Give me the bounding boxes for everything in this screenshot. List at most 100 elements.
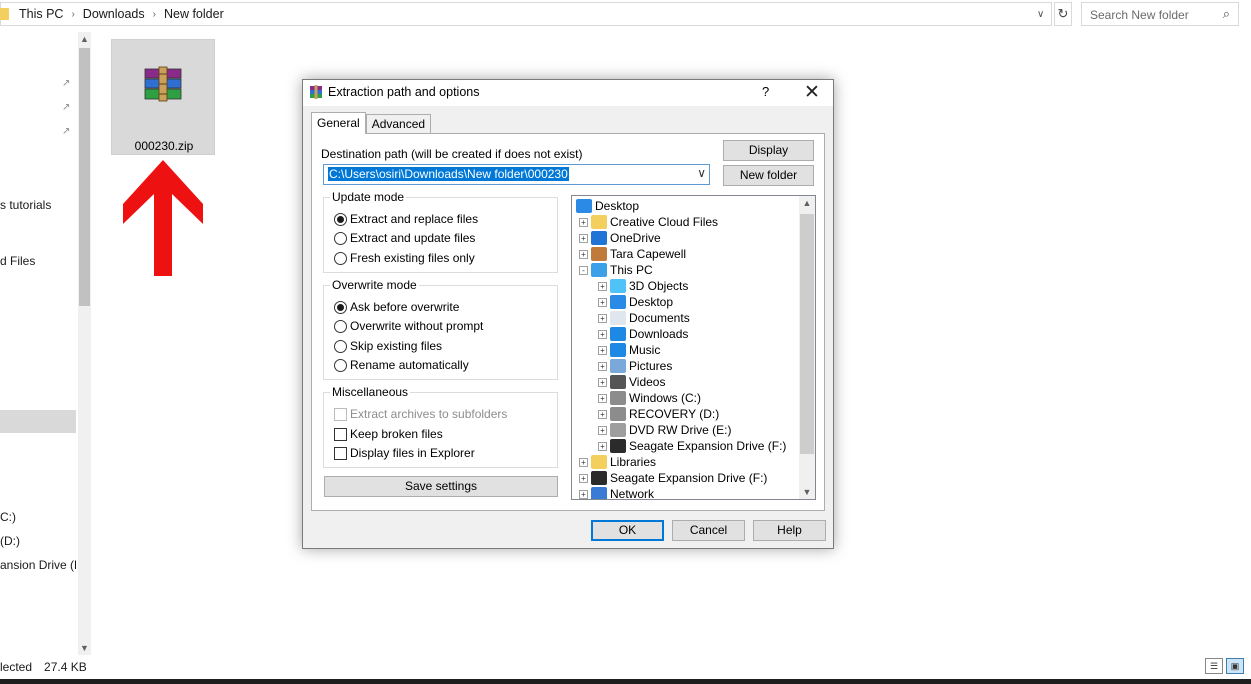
expand-icon[interactable]: + — [598, 297, 607, 307]
radio-ask-before-overwrite[interactable]: Ask before overwrite — [334, 300, 459, 314]
chevron-right-icon[interactable]: › — [71, 9, 74, 20]
nav-item-selected[interactable] — [0, 410, 76, 433]
tree-node[interactable]: + Seagate Expansion Drive (F:) — [579, 470, 767, 486]
scroll-up-icon[interactable]: ▲ — [799, 198, 815, 208]
help-button[interactable]: Help — [753, 520, 826, 541]
radio-extract-update[interactable]: Extract and update files — [334, 231, 475, 245]
close-icon[interactable]: ✕ — [804, 81, 820, 104]
scroll-down-icon[interactable]: ▼ — [78, 643, 91, 653]
radio-extract-replace[interactable]: Extract and replace files — [334, 212, 478, 226]
file-name[interactable]: 000230.zip — [112, 139, 216, 153]
nav-item-tutorials[interactable]: s tutorials — [0, 198, 51, 212]
chevron-down-icon[interactable]: ∨ — [697, 166, 706, 180]
breadcrumb-this-pc[interactable]: This PC — [19, 7, 63, 21]
tree-node[interactable]: + Libraries — [579, 454, 656, 470]
pin-icon[interactable]: ↗ — [62, 102, 70, 113]
radio-rename-automatically[interactable]: Rename automatically — [334, 358, 469, 372]
scroll-down-icon[interactable]: ▼ — [799, 487, 815, 497]
expand-icon[interactable]: + — [579, 217, 588, 227]
radio-skip-existing[interactable]: Skip existing files — [334, 339, 442, 353]
radio-button[interactable] — [334, 231, 347, 245]
display-button[interactable]: Display — [723, 140, 814, 161]
tree-node[interactable]: Desktop — [576, 198, 639, 214]
tree-node[interactable]: + Network — [579, 486, 654, 499]
expand-icon[interactable]: + — [598, 425, 607, 435]
radio-overwrite-without-prompt[interactable]: Overwrite without prompt — [334, 319, 483, 333]
expand-icon[interactable]: + — [598, 313, 607, 323]
tab-advanced[interactable]: Advanced — [365, 114, 432, 134]
tree-node[interactable]: + Videos — [598, 374, 665, 390]
expand-icon[interactable]: + — [598, 345, 607, 355]
tree-node[interactable]: + Tara Capewell — [579, 246, 686, 262]
pin-icon[interactable]: ↗ — [62, 126, 70, 137]
save-settings-button[interactable]: Save settings — [324, 476, 558, 497]
large-icons-view-icon[interactable]: ▣ — [1226, 658, 1244, 674]
refresh-icon[interactable]: ↻ — [1054, 2, 1072, 26]
expand-icon[interactable]: + — [579, 249, 588, 259]
help-question-icon[interactable]: ? — [762, 84, 769, 99]
ok-button[interactable]: OK — [591, 520, 664, 541]
expand-icon[interactable]: + — [579, 489, 588, 499]
nav-scrollbar[interactable]: ▲ ▼ — [78, 32, 91, 655]
breadcrumb-new-folder[interactable]: New folder — [164, 7, 224, 21]
new-folder-button[interactable]: New folder — [723, 165, 814, 186]
search-input[interactable]: Search New folder ⌕ — [1081, 2, 1239, 26]
tree-node[interactable]: + RECOVERY (D:) — [598, 406, 719, 422]
tree-node[interactable]: + OneDrive — [579, 230, 661, 246]
radio-button[interactable] — [334, 319, 347, 333]
address-bar[interactable]: This PC › Downloads › New folder ∨ — [0, 2, 1052, 26]
search-icon[interactable]: ⌕ — [1223, 6, 1230, 22]
tree-node[interactable]: +3D Objects — [598, 278, 688, 294]
checkbox-keep-broken-files[interactable]: Keep broken files — [334, 427, 443, 441]
expand-icon[interactable]: + — [598, 377, 607, 387]
collapse-icon[interactable]: - — [579, 265, 588, 275]
radio-button[interactable] — [334, 300, 347, 314]
tree-node[interactable]: + Desktop — [598, 294, 673, 310]
radio-button[interactable] — [334, 212, 347, 226]
nav-item-drive-d[interactable]: (D:) — [0, 534, 20, 548]
tree-scrollbar[interactable]: ▲ ▼ — [799, 196, 815, 499]
radio-button[interactable] — [334, 339, 347, 353]
checkbox[interactable] — [334, 427, 347, 441]
tree-node[interactable]: + Pictures — [598, 358, 672, 374]
tree-node[interactable]: + Seagate Expansion Drive (F:) — [598, 438, 786, 454]
breadcrumb-downloads[interactable]: Downloads — [83, 7, 145, 21]
tree-node[interactable]: + Windows (C:) — [598, 390, 701, 406]
expand-icon[interactable]: + — [598, 441, 607, 451]
scrollbar-thumb[interactable] — [79, 48, 90, 306]
destination-path-value[interactable]: C:\Users\osiri\Downloads\New folder\0002… — [328, 167, 569, 181]
tree-node[interactable]: + Documents — [598, 310, 690, 326]
nav-item-files[interactable]: d Files — [0, 254, 35, 268]
expand-icon[interactable]: + — [579, 233, 588, 243]
radio-button[interactable] — [334, 358, 347, 372]
expand-icon[interactable]: + — [579, 457, 588, 467]
dialog-titlebar[interactable]: Extraction path and options ? ✕ — [303, 80, 833, 106]
chevron-right-icon[interactable]: › — [153, 9, 156, 20]
scrollbar-thumb[interactable] — [800, 214, 814, 454]
destination-path-combobox[interactable]: C:\Users\osiri\Downloads\New folder\0002… — [323, 164, 710, 185]
nav-item-drive-c[interactable]: C:) — [0, 510, 16, 524]
nav-item-drive-f[interactable]: ansion Drive (F — [0, 558, 76, 572]
tab-general[interactable]: General — [311, 112, 366, 134]
chevron-down-icon[interactable]: ∨ — [1037, 9, 1044, 20]
scroll-up-icon[interactable]: ▲ — [78, 34, 91, 44]
radio-button[interactable] — [334, 251, 347, 265]
tree-node[interactable]: + Creative Cloud Files — [579, 214, 718, 230]
cancel-button[interactable]: Cancel — [672, 520, 745, 541]
details-view-icon[interactable]: ☰ — [1205, 658, 1223, 674]
tree-node[interactable]: - This PC — [579, 262, 653, 278]
checkbox-display-in-explorer[interactable]: Display files in Explorer — [334, 446, 475, 460]
radio-fresh-existing[interactable]: Fresh existing files only — [334, 251, 475, 265]
expand-icon[interactable]: + — [598, 329, 607, 339]
expand-icon[interactable]: + — [579, 473, 588, 483]
folder-tree[interactable]: ▲ ▼ Desktop + Creative Cloud Files + OneDriv… — [571, 195, 816, 500]
tree-node[interactable]: + Downloads — [598, 326, 688, 342]
checkbox[interactable] — [334, 446, 347, 460]
expand-icon[interactable]: + — [598, 361, 607, 371]
pin-icon[interactable]: ↗ — [62, 78, 70, 89]
expand-icon[interactable]: + — [598, 281, 607, 291]
expand-icon[interactable]: + — [598, 393, 607, 403]
tree-node[interactable]: + DVD RW Drive (E:) — [598, 422, 731, 438]
file-item-zip[interactable]: 000230.zip — [111, 39, 215, 155]
expand-icon[interactable]: + — [598, 409, 607, 419]
